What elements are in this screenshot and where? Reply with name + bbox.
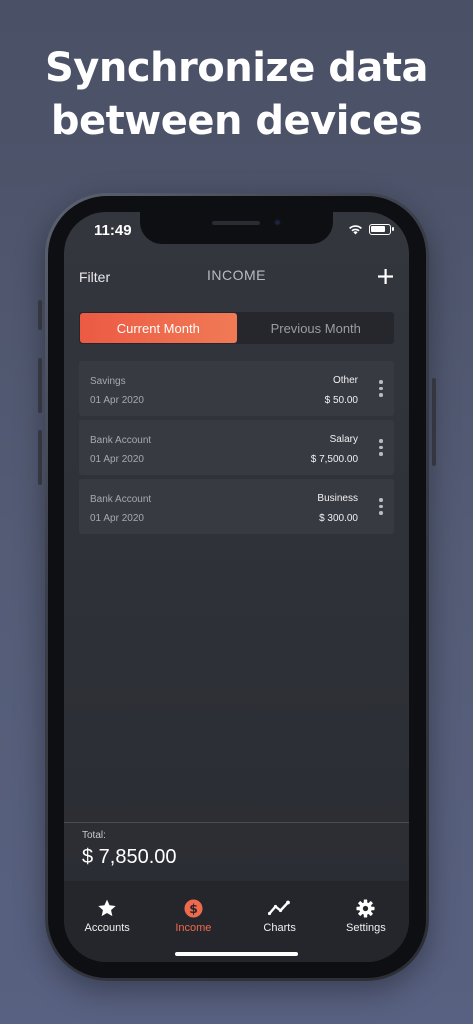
entry-category: Salary <box>329 434 358 445</box>
star-icon <box>98 899 116 916</box>
power-button <box>432 378 436 466</box>
add-income-button[interactable] <box>378 264 393 289</box>
entry-amount: $ 300.00 <box>319 513 358 524</box>
tab-label: Income <box>175 922 212 934</box>
svg-text:$: $ <box>189 901 198 915</box>
app-screen: 11:49 Filter INCOME Current Month Previo… <box>64 212 409 962</box>
headline-line-1: Synchronize data <box>44 45 429 91</box>
entry-account: Bank Account <box>90 435 152 446</box>
total-label: Total: <box>82 830 106 841</box>
mute-switch <box>38 300 42 330</box>
tab-label: Settings <box>346 922 386 934</box>
line-chart-icon <box>267 900 290 916</box>
tab-income[interactable]: $ Income <box>150 881 236 962</box>
more-options-icon[interactable] <box>378 439 384 456</box>
dollar-icon: $ <box>184 898 203 918</box>
total-value: $ 7,850.00 <box>82 846 177 868</box>
tab-bar: Accounts $ Income Charts Settings <box>64 881 409 962</box>
volume-up-button <box>38 358 42 413</box>
plus-icon <box>378 269 393 284</box>
tab-settings[interactable]: Settings <box>323 881 409 962</box>
more-options-icon[interactable] <box>378 380 384 397</box>
segment-previous-month[interactable]: Previous Month <box>238 312 395 344</box>
entry-account: Savings <box>90 376 126 387</box>
tab-label: Accounts <box>84 922 130 934</box>
list-item[interactable]: Savings 01 Apr 2020 Other $ 50.00 <box>79 361 394 416</box>
entry-category: Other <box>332 375 358 386</box>
entry-amount: $ 7,500.00 <box>310 454 358 465</box>
home-indicator[interactable] <box>175 952 298 956</box>
tab-accounts[interactable]: Accounts <box>64 881 150 962</box>
wifi-icon <box>349 225 362 235</box>
list-item[interactable]: Bank Account 01 Apr 2020 Salary $ 7,500.… <box>79 420 394 475</box>
entry-category: Business <box>317 493 358 504</box>
gear-icon <box>356 898 375 918</box>
list-item[interactable]: Bank Account 01 Apr 2020 Business $ 300.… <box>79 479 394 534</box>
speaker <box>212 221 260 225</box>
segment-current-month[interactable]: Current Month <box>80 313 237 343</box>
notch <box>140 212 333 244</box>
front-camera <box>273 218 282 227</box>
entry-date: 01 Apr 2020 <box>90 454 144 465</box>
entry-date: 01 Apr 2020 <box>90 513 144 524</box>
status-icons <box>348 224 394 235</box>
headline-line-2: between devices <box>50 98 423 144</box>
tab-charts[interactable]: Charts <box>237 881 323 962</box>
marketing-headline: Synchronize data between devices <box>0 42 473 148</box>
tab-label: Charts <box>263 922 296 934</box>
month-segmented-control: Current Month Previous Month <box>79 312 394 344</box>
page-title: INCOME <box>207 267 266 283</box>
status-time: 11:49 <box>94 222 132 239</box>
entry-date: 01 Apr 2020 <box>90 395 144 406</box>
volume-down-button <box>38 430 42 485</box>
entry-account: Bank Account <box>90 494 152 505</box>
total-divider <box>64 822 409 823</box>
battery-icon <box>369 224 394 235</box>
more-options-icon[interactable] <box>378 498 384 515</box>
income-list: Savings 01 Apr 2020 Other $ 50.00 Bank A… <box>79 361 394 538</box>
entry-amount: $ 50.00 <box>324 395 358 406</box>
